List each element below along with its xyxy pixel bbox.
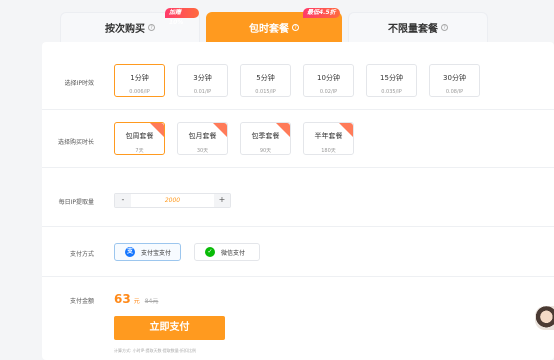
- alipay-icon: 支: [125, 247, 135, 257]
- ip-duration-row: 选择IP时效 1分钟 0.006/IP 3分钟 0.01/IP 5分钟 0.01…: [42, 64, 554, 98]
- discount-corner-icon: [339, 123, 353, 137]
- discount-corner-icon: [213, 123, 227, 137]
- period-option-week[interactable]: 包周套餐 7天: [114, 122, 165, 155]
- tab-label: 按次购买: [105, 24, 145, 35]
- row-label: 支付方式: [69, 251, 94, 258]
- price-unit: 元: [133, 298, 140, 305]
- option-title: 30分钟: [443, 74, 466, 82]
- duration-option-15min[interactable]: 15分钟 0.035/IP: [366, 64, 417, 97]
- support-avatar[interactable]: [535, 306, 554, 330]
- option-price: 0.02/IP: [319, 89, 338, 95]
- duration-option-1min[interactable]: 1分钟 0.006/IP: [114, 64, 165, 97]
- divider: [42, 226, 554, 227]
- pricing-footnote: 计算方式: 小时IP·提取天数·提取数量·折扣比例: [114, 348, 197, 353]
- daily-ip-row: 每日IP提取量 - 2000 +: [42, 193, 554, 209]
- option-title: 5分钟: [256, 74, 275, 82]
- tab-badge: 最低4.5折: [303, 8, 340, 18]
- option-price: 0.035/IP: [381, 89, 402, 95]
- wechat-icon: ✓: [205, 247, 215, 257]
- row-label: 选择IP时效: [64, 80, 94, 87]
- option-days: 30天: [196, 148, 209, 154]
- row-label: 每日IP提取量: [58, 199, 94, 206]
- quantity-stepper: - 2000 +: [114, 193, 231, 208]
- option-title: 15分钟: [380, 74, 403, 82]
- purchase-card: 选择IP时效 1分钟 0.006/IP 3分钟 0.01/IP 5分钟 0.01…: [42, 42, 554, 360]
- decrement-button[interactable]: -: [115, 194, 131, 207]
- duration-option-3min[interactable]: 3分钟 0.01/IP: [177, 64, 228, 97]
- option-title: 1分钟: [130, 74, 149, 82]
- purchase-period-row: 选择购买时长 包周套餐 7天 包月套餐 30天 包季套餐 90天 半年套餐 18…: [42, 122, 554, 156]
- payment-label: 微信支付: [221, 249, 246, 257]
- increment-button[interactable]: +: [214, 194, 230, 207]
- option-title: 10分钟: [317, 74, 340, 82]
- amount-row: 支付金额 63 元 84元: [42, 292, 554, 306]
- footnote-row: 计算方式: 小时IP·提取天数·提取数量·折扣比例: [42, 348, 554, 356]
- period-option-quarter[interactable]: 包季套餐 90天: [240, 122, 291, 155]
- option-days: 7天: [135, 148, 144, 154]
- option-price: 0.006/IP: [129, 89, 150, 95]
- price-value: 63: [114, 292, 131, 306]
- period-option-month[interactable]: 包月套餐 30天: [177, 122, 228, 155]
- payment-label: 支付宝支付: [141, 249, 172, 257]
- tab-pay-per-use[interactable]: 按次购买 ? 加赠10%: [60, 8, 200, 42]
- option-title: 3分钟: [193, 74, 212, 82]
- option-days: 90天: [259, 148, 272, 154]
- divider: [42, 167, 554, 168]
- payment-method-row: 支付方式 支 支付宝支付 ✓ 微信支付: [42, 243, 554, 262]
- page: 按次购买 ? 加赠10% 包时套餐 ? 最低4.5折 不限量套餐 ? 选择IP时…: [0, 0, 554, 360]
- period-option-half-year[interactable]: 半年套餐 180天: [303, 122, 354, 155]
- option-price: 0.01/IP: [193, 89, 212, 95]
- duration-option-5min[interactable]: 5分钟 0.015/IP: [240, 64, 291, 97]
- option-days: 180天: [321, 148, 336, 154]
- quantity-input[interactable]: 2000: [131, 194, 214, 207]
- pay-row: 立即支付: [42, 316, 554, 340]
- alipay-option[interactable]: 支 支付宝支付: [114, 243, 181, 261]
- pay-now-button[interactable]: 立即支付: [114, 316, 225, 340]
- help-icon[interactable]: ?: [441, 24, 448, 31]
- package-tabs: 按次购买 ? 加赠10% 包时套餐 ? 最低4.5折 不限量套餐 ?: [60, 8, 488, 42]
- row-label: 选择购买时长: [57, 139, 94, 146]
- discount-corner-icon: [276, 123, 290, 137]
- price: 63 元 84元: [114, 292, 158, 306]
- wechat-pay-option[interactable]: ✓ 微信支付: [194, 243, 260, 261]
- option-price: 0.08/IP: [445, 89, 464, 95]
- tab-label: 包时套餐: [249, 24, 289, 35]
- duration-option-30min[interactable]: 30分钟 0.08/IP: [429, 64, 480, 97]
- row-label: 支付金额: [69, 298, 94, 305]
- option-price: 0.015/IP: [255, 89, 276, 95]
- tab-unlimited-package[interactable]: 不限量套餐 ?: [348, 12, 488, 42]
- divider: [42, 276, 554, 277]
- discount-corner-icon: [150, 123, 164, 137]
- divider: [42, 109, 554, 110]
- tab-label: 不限量套餐: [388, 24, 438, 35]
- help-icon[interactable]: ?: [292, 24, 299, 31]
- tab-badge: 加赠10%: [165, 8, 199, 26]
- original-price: 84元: [144, 298, 159, 305]
- duration-option-10min[interactable]: 10分钟 0.02/IP: [303, 64, 354, 97]
- help-icon[interactable]: ?: [148, 24, 155, 31]
- tab-time-package[interactable]: 包时套餐 ? 最低4.5折: [206, 8, 342, 42]
